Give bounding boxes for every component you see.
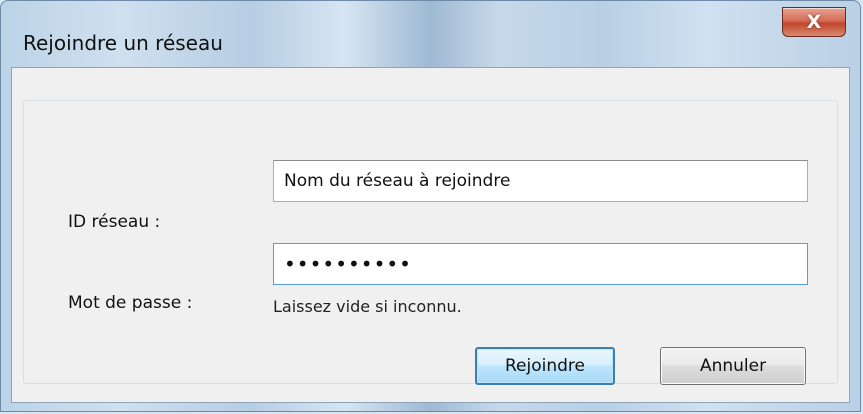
network-id-label: ID réseau : [68, 212, 161, 232]
password-label: Mot de passe : [68, 293, 193, 313]
network-group-box: ID réseau : Mot de passe : Laissez vide … [23, 100, 838, 385]
window-title: Rejoindre un réseau [23, 31, 223, 55]
close-button[interactable]: X [782, 7, 846, 37]
password-hint: Laissez vide si inconnu. [273, 297, 462, 316]
network-id-input[interactable] [273, 160, 808, 202]
cancel-button[interactable]: Annuler [660, 347, 806, 385]
join-button[interactable]: Rejoindre [475, 347, 615, 385]
close-icon: X [806, 10, 822, 33]
join-network-dialog: Rejoindre un réseau X ID réseau : Mot de… [0, 0, 861, 412]
title-bar[interactable]: Rejoindre un réseau X [1, 1, 860, 67]
dialog-body: ID réseau : Mot de passe : Laissez vide … [11, 67, 850, 403]
password-field[interactable] [273, 243, 808, 285]
